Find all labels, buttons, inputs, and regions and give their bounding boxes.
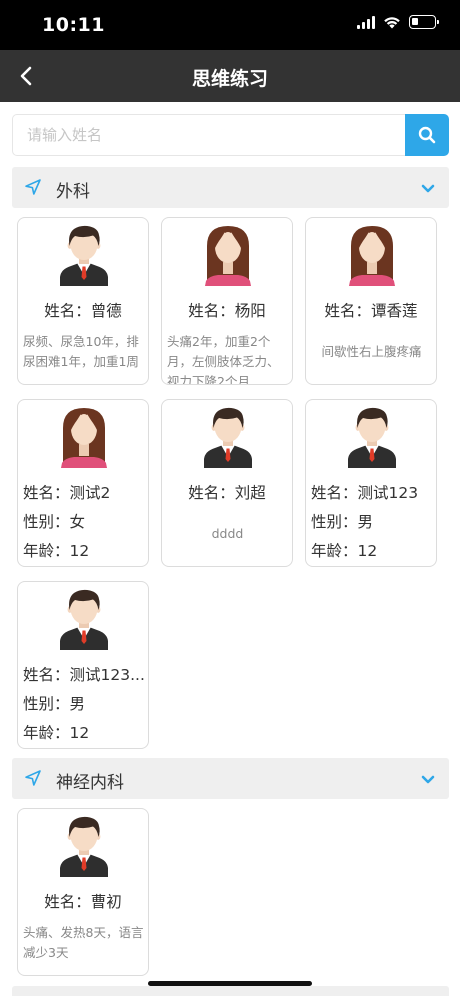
patient-age-label: 年龄： — [23, 724, 70, 742]
section-title: 外科 — [56, 182, 90, 202]
patient-name: 姓名：刘超 — [162, 481, 292, 503]
patient-description: dddd — [211, 526, 244, 541]
name-label: 姓名： — [23, 484, 70, 502]
patient-gender-label: 性别： — [23, 513, 70, 531]
name-label: 姓名： — [188, 302, 235, 320]
location-arrow-icon — [24, 769, 42, 792]
patient-card[interactable]: 姓名：曾德尿频、尿急10年，排尿困难1年，加重1周 — [17, 217, 149, 385]
status-time: 10:11 — [42, 14, 105, 36]
chevron-down-icon — [421, 772, 435, 790]
patient-name: 姓名：测试123... — [18, 663, 148, 685]
avatar-male — [57, 588, 111, 650]
patient-card[interactable]: 姓名：曹初头痛、发热8天，语言减少3天 — [17, 808, 149, 976]
name-label: 姓名： — [44, 893, 91, 911]
patient-age: 年龄：12 — [23, 721, 89, 743]
patient-name-value: 测试123 — [357, 484, 419, 502]
avatar-male — [345, 406, 399, 468]
signal-icon — [357, 15, 375, 29]
patient-name-value: 曹初 — [90, 893, 122, 911]
patient-name-value: 测试2 — [69, 484, 111, 502]
avatar-female — [57, 406, 111, 468]
patient-name: 姓名：测试123 — [306, 481, 436, 503]
patient-gender-value: 女 — [69, 513, 86, 531]
name-label: 姓名： — [44, 302, 91, 320]
section-header[interactable]: 外科 — [12, 167, 449, 208]
patient-gender: 性别：男 — [311, 510, 373, 532]
patient-description: 尿频、尿急10年，排尿困难1年，加重1周 — [23, 334, 139, 369]
patient-age-value: 12 — [69, 542, 90, 560]
name-label: 姓名： — [23, 666, 70, 684]
patient-card[interactable]: 姓名：刘超 dddd — [161, 399, 293, 567]
patient-gender: 性别：女 — [23, 510, 85, 532]
wifi-icon — [384, 17, 400, 29]
patient-gender-label: 性别： — [311, 513, 358, 531]
patient-age-label: 年龄： — [311, 542, 358, 560]
patient-card[interactable]: 姓名：杨阳头痛2年，加重2个月，左侧肢体乏力、视力下降2个月 — [161, 217, 293, 385]
patient-name: 姓名：测试2 — [18, 481, 148, 503]
nav-bar: 思维练习 — [0, 50, 460, 102]
patient-name: 姓名：杨阳 — [162, 299, 292, 321]
patient-card[interactable]: 姓名：测试2 性别：女年龄：12 — [17, 399, 149, 567]
patient-description: 间歇性右上腹疼痛 — [321, 344, 422, 359]
patient-age: 年龄：12 — [23, 539, 89, 561]
status-icons — [357, 15, 439, 29]
patient-name-value: 测试123... — [69, 666, 145, 684]
patient-name: 姓名：谭香莲 — [306, 299, 436, 321]
patient-card[interactable]: 姓名：谭香莲间歇性右上腹疼痛 — [305, 217, 437, 385]
next-section-header[interactable] — [12, 986, 449, 996]
patient-card[interactable]: 姓名：测试123... 性别：男年龄：12 — [17, 581, 149, 749]
patient-gender-value: 男 — [357, 513, 374, 531]
chevron-down-icon — [421, 181, 435, 199]
status-bar: 10:11 — [0, 0, 460, 50]
avatar-male — [57, 224, 111, 286]
name-label: 姓名： — [311, 484, 358, 502]
patient-name-value: 刘超 — [234, 484, 266, 502]
patient-name: 姓名：曹初 — [18, 890, 148, 912]
section-header[interactable]: 神经内科 — [12, 758, 449, 799]
patient-name: 姓名：曾德 — [18, 299, 148, 321]
search-bar — [12, 114, 449, 156]
patient-gender: 性别：男 — [23, 692, 85, 714]
patient-gender-label: 性别： — [23, 695, 70, 713]
avatar-male — [201, 406, 255, 468]
search-button[interactable] — [405, 114, 449, 156]
patient-description: 头痛、发热8天，语言减少3天 — [23, 925, 144, 960]
name-label: 姓名： — [188, 484, 235, 502]
search-input[interactable] — [12, 114, 405, 156]
search-icon — [418, 126, 436, 144]
avatar-female — [201, 224, 255, 286]
patient-age-value: 12 — [357, 542, 378, 560]
name-label: 姓名： — [324, 302, 371, 320]
page-title: 思维练习 — [191, 68, 268, 90]
patient-gender-value: 男 — [69, 695, 86, 713]
patient-age-label: 年龄： — [23, 542, 70, 560]
home-indicator — [148, 981, 312, 986]
avatar-male — [57, 815, 111, 877]
patient-name-value: 谭香莲 — [371, 302, 418, 320]
section-title: 神经内科 — [56, 773, 124, 793]
patient-name-value: 曾德 — [90, 302, 122, 320]
patient-description: 头痛2年，加重2个月，左侧肢体乏力、视力下降2个月 — [167, 334, 280, 385]
patient-card[interactable]: 姓名：测试123 性别：男年龄：12 — [305, 399, 437, 567]
patient-age-value: 12 — [69, 724, 90, 742]
battery-icon — [409, 15, 439, 29]
patient-age: 年龄：12 — [311, 539, 377, 561]
patient-name-value: 杨阳 — [234, 302, 266, 320]
location-arrow-icon — [24, 178, 42, 201]
avatar-female — [345, 224, 399, 286]
